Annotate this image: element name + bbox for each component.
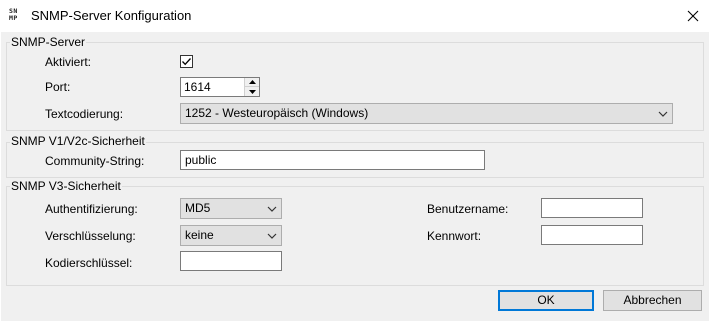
encryption-value: keine <box>185 228 214 242</box>
group-v3-title: SNMP V3-Sicherheit <box>10 179 122 193</box>
enabled-checkbox[interactable] <box>180 55 193 68</box>
key-label: Kodierschlüssel: <box>45 256 133 270</box>
authentication-dropdown[interactable]: MD5 <box>180 198 282 219</box>
port-value[interactable]: 1614 <box>184 80 211 95</box>
close-icon <box>687 10 699 22</box>
app-icon-text-bottom: MP <box>9 14 18 22</box>
spin-up-button[interactable] <box>245 78 259 87</box>
encoding-key-input[interactable] <box>180 251 282 271</box>
enabled-label: Aktiviert: <box>45 55 92 69</box>
chevron-down-icon <box>248 89 256 94</box>
port-spin-buttons <box>244 78 259 96</box>
chevron-down-icon <box>658 111 668 117</box>
encoding-dropdown[interactable]: 1252 - Westeuropäisch (Windows) <box>180 103 673 124</box>
encoding-label: Textcodierung: <box>45 107 124 121</box>
close-button[interactable] <box>676 2 710 30</box>
authentication-label: Authentifizierung: <box>45 202 138 216</box>
encoding-value: 1252 - Westeuropäisch (Windows) <box>185 106 369 120</box>
window-title: SNMP-Server Konfiguration <box>31 8 192 23</box>
username-input[interactable] <box>541 198 643 218</box>
group-v1v2c-title: SNMP V1/V2c-Sicherheit <box>10 134 146 148</box>
cancel-button[interactable]: Abbrechen <box>603 290 702 311</box>
password-label: Kennwort: <box>427 229 482 243</box>
chevron-down-icon <box>267 233 277 239</box>
encryption-dropdown[interactable]: keine <box>180 225 282 246</box>
group-snmp-server-title: SNMP-Server <box>10 35 87 49</box>
chevron-up-icon <box>248 80 256 84</box>
checkmark-icon <box>182 58 191 66</box>
port-label: Port: <box>45 80 71 94</box>
password-input[interactable] <box>541 225 643 245</box>
snmp-app-icon: SN MP <box>9 8 23 23</box>
ok-button[interactable]: OK <box>498 290 594 311</box>
chevron-down-icon <box>267 206 277 212</box>
group-snmp-server-line <box>6 42 704 43</box>
spin-down-button[interactable] <box>245 87 259 96</box>
dialog-client-area: SNMP-Server Aktiviert: Port: 1614 Textco… <box>1 32 709 321</box>
authentication-value: MD5 <box>185 201 211 215</box>
community-string-input[interactable]: public <box>180 150 485 170</box>
port-spinner[interactable]: 1614 <box>180 77 260 97</box>
username-label: Benutzername: <box>427 202 509 216</box>
encryption-label: Verschlüsselung: <box>45 229 136 243</box>
community-label: Community-String: <box>45 154 145 168</box>
title-bar: SN MP SNMP-Server Konfiguration <box>0 0 710 32</box>
